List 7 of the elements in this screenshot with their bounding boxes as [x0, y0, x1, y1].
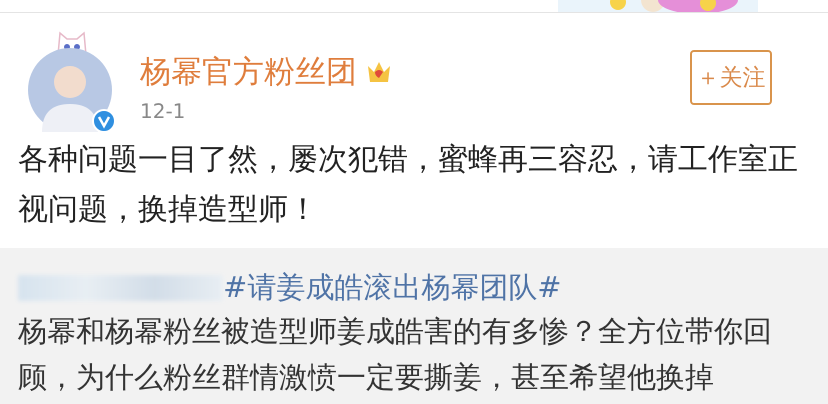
- author-name[interactable]: 杨幂官方粉丝团: [140, 51, 357, 93]
- post-date: 12-1: [140, 99, 186, 123]
- follow-button[interactable]: ＋关注: [690, 50, 772, 105]
- repost-text: 杨幂和杨幂粉丝被造型师姜成皓害的有多惨？全方位带你回顾，为什么粉丝群情激愤一定要撕姜，甚至希望他换掉: [18, 313, 773, 396]
- avatar[interactable]: [28, 48, 112, 132]
- post-text: 各种问题一目了然，屡次犯错，蜜蜂再三容忍，请工作室正视问题，换掉造型师！: [18, 141, 799, 229]
- hashtag-link[interactable]: #请姜成皓滚出杨幂团队#: [223, 268, 562, 308]
